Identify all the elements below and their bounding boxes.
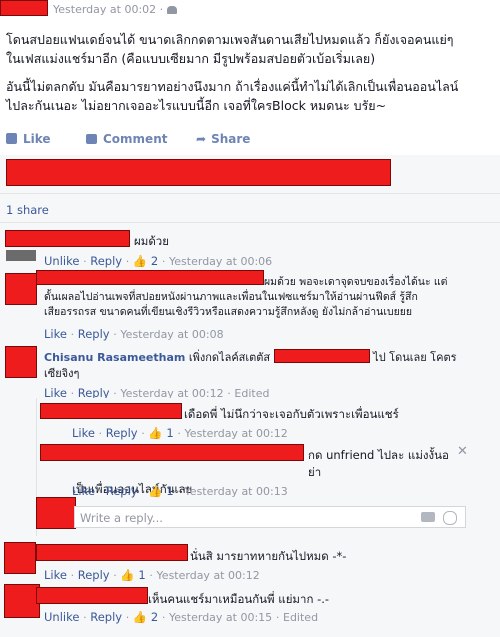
comment-icon	[86, 134, 97, 144]
comment-time[interactable]: Yesterday at 00:08	[120, 328, 223, 341]
comment-meta: Like · Reply · 👍 1 · Yesterday at 00:12	[44, 568, 260, 582]
redacted-tagged-name	[273, 349, 370, 363]
post-line: อันนี้ไม่ตลกดับ มันคือมารยาทอย่างนึงมาก …	[6, 79, 459, 94]
post-line: ในเฟสแม่งแชร์มาอีก (คือแบบเซียมาก มีรูปพ…	[6, 51, 376, 66]
unlike-link[interactable]: Unlike	[44, 610, 79, 624]
post-line: โดนสปอยแฟนเดย์จนได้ ขนาดเลิกกดตามเพจสันด…	[6, 32, 454, 47]
reply-time[interactable]: Yesterday at 00:12	[185, 427, 288, 440]
comment-text: ผมด้วย	[134, 234, 169, 248]
avatar	[5, 273, 37, 305]
reply-link[interactable]: Reply	[78, 568, 110, 582]
reply-link[interactable]: Reply	[90, 610, 122, 624]
like-button[interactable]: Like	[6, 132, 51, 146]
comment-text: ผมด้วย พอจะเดาจุดจบของเรื่องได้นะ แต่ ดั…	[44, 276, 448, 318]
comment-text: Chisanu Rasameetham เพิ่งกดไลค์สเตตัส ไป…	[44, 349, 457, 380]
comment-button[interactable]: Comment	[86, 132, 167, 146]
thumbs-up-icon: 👍	[132, 254, 148, 268]
commenter-name-link[interactable]: Chisanu Rasameetham	[44, 351, 185, 364]
reply-likes[interactable]: 👍 1	[148, 484, 173, 498]
reply-input-placeholder: Write a reply...	[80, 511, 163, 525]
comment-likes[interactable]: 👍 2	[133, 254, 158, 268]
comment-likes[interactable]: 👍 2	[133, 610, 158, 624]
redacted-commenter-name	[36, 587, 148, 604]
comment-meta: Like · Reply · Yesterday at 00:08	[44, 327, 224, 341]
reply-meta: Like · Reply · 👍 1 · Yesterday at 00:12	[72, 426, 288, 440]
friends-icon	[166, 6, 177, 14]
post-meta: Yesterday at 00:02 ·	[53, 3, 177, 16]
reply-time[interactable]: Yesterday at 00:13	[185, 485, 288, 498]
comment-time[interactable]: Yesterday at 00:06	[169, 255, 272, 268]
reply-meta: Like · Reply · 👍 1 · Yesterday at 00:13	[72, 484, 288, 498]
post-line: ไปละกันเนอะ ไม่อยากเจออะไรแบบนี้อีก เจอท…	[6, 98, 387, 113]
avatar	[4, 542, 36, 574]
redacted-commenter-name	[36, 544, 188, 561]
comment-text: นั่นสิ มารยาทหายกันไปหมด -*-	[190, 549, 347, 563]
reply-input-box[interactable]: Write a reply...	[74, 506, 466, 528]
redacted-likers	[6, 159, 391, 186]
thumbs-up-icon: 👍	[148, 484, 163, 498]
like-link[interactable]: Like	[72, 484, 95, 498]
reply-text: เดือดพี่ ไม่นึกว่าจะเจอกับตัวเพราะเพื่อน…	[184, 407, 399, 421]
comment-time[interactable]: Yesterday at 00:12	[157, 569, 260, 582]
camera-icon[interactable]	[421, 512, 435, 522]
avatar	[4, 584, 40, 618]
reply-link[interactable]: Reply	[106, 484, 138, 498]
post-body: โดนสปอยแฟนเดย์จนได้ ขนาดเลิกกดตามเพจสันด…	[6, 30, 496, 115]
thumbs-up-icon: 👍	[132, 610, 148, 624]
redacted-author-name	[0, 0, 48, 16]
share-button[interactable]: ➦ Share	[196, 132, 250, 146]
divider	[0, 222, 500, 223]
post-timestamp[interactable]: Yesterday at 00:02	[53, 3, 156, 16]
unlike-link[interactable]: Unlike	[44, 254, 79, 268]
redacted-replier-name	[40, 403, 182, 419]
edited-link[interactable]: Edited	[283, 611, 318, 624]
comment-text: เห็นคนแชร์มาเหมือนกันพี่ แย่มาก -.-	[148, 592, 330, 606]
thumbs-up-icon: 👍	[120, 568, 135, 582]
divider	[0, 193, 500, 194]
redacted-commenter-name	[5, 230, 130, 247]
emoji-icon[interactable]	[443, 511, 457, 525]
like-link[interactable]: Like	[44, 568, 67, 582]
avatar	[5, 346, 37, 378]
comment-meta: Unlike · Reply · 👍 2 · Yesterday at 00:1…	[44, 610, 319, 624]
reply-likes[interactable]: 👍 1	[148, 426, 173, 440]
thumbs-up-icon	[6, 133, 17, 144]
like-link[interactable]: Like	[72, 426, 95, 440]
thumbs-up-icon: 👍	[148, 426, 163, 440]
comment-meta: Unlike · Reply · 👍 2 · Yesterday at 00:0…	[44, 254, 273, 268]
share-arrow-icon: ➦	[196, 132, 207, 146]
reply-link[interactable]: Reply	[90, 254, 122, 268]
shares-count-link[interactable]: 1 share	[6, 203, 49, 217]
close-icon[interactable]: ✕	[457, 444, 468, 459]
comment-time[interactable]: Yesterday at 00:15	[169, 611, 272, 624]
reply-link[interactable]: Reply	[78, 327, 110, 341]
avatar	[36, 497, 76, 529]
post-actions: Like Comment ➦ Share	[6, 132, 496, 150]
avatar	[6, 250, 36, 261]
reply-link[interactable]: Reply	[106, 426, 138, 440]
comment-likes[interactable]: 👍 1	[120, 568, 145, 582]
like-link[interactable]: Like	[44, 327, 67, 341]
